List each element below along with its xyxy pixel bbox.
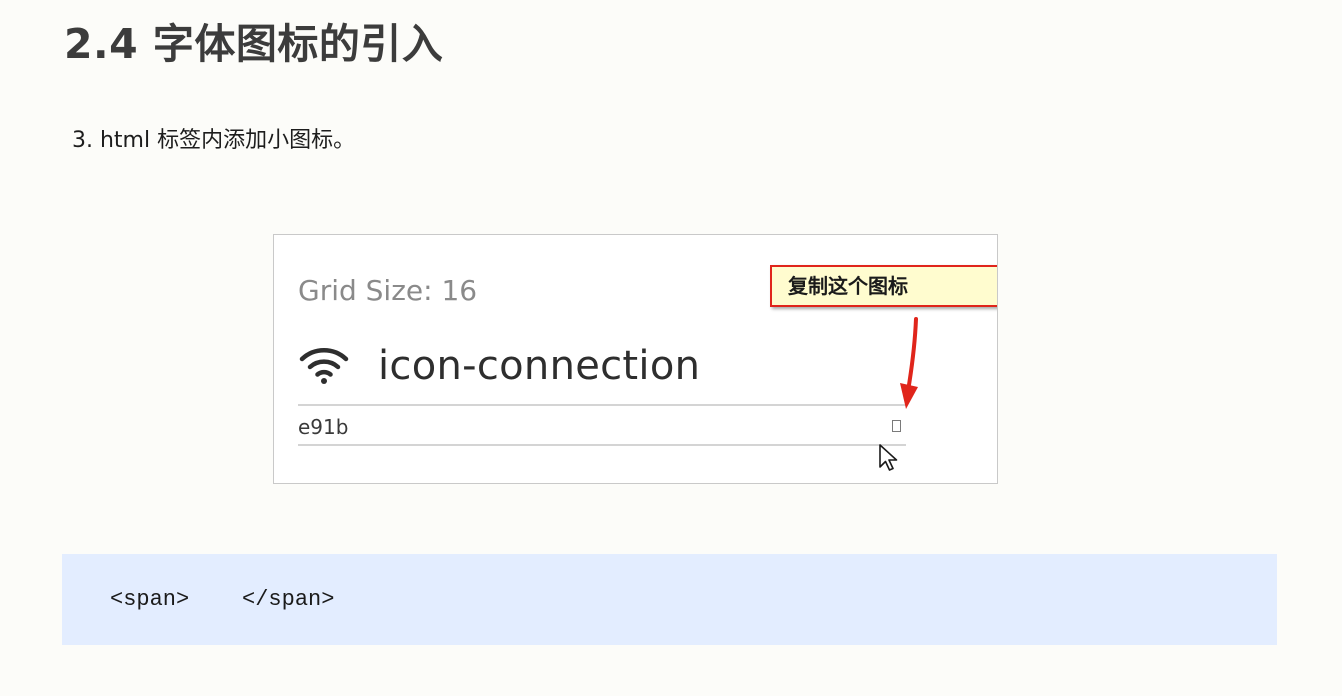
grid-size-label: Grid Size: 16 [298,274,478,307]
step-instruction: 3. html 标签内添加小图标。 [72,128,356,153]
divider-bottom [298,444,906,446]
code-snippet: <span> </span> [110,587,335,612]
red-arrow-icon [900,317,918,409]
mouse-pointer-icon [879,444,898,471]
page-title: 2.4 字体图标的引入 [64,20,444,68]
icon-name-label: icon-connection [378,343,701,389]
missing-glyph-box-icon[interactable] [892,420,901,432]
unicode-value[interactable]: e91b [298,414,348,440]
wifi-icon [299,348,349,384]
copy-icon-callout: 复制这个图标 [770,265,997,307]
icon-preview-card: Grid Size: 16 icon-connection e91b 复制这个图… [273,234,998,484]
code-block: <span> </span> [62,554,1277,645]
divider-top [298,404,906,406]
